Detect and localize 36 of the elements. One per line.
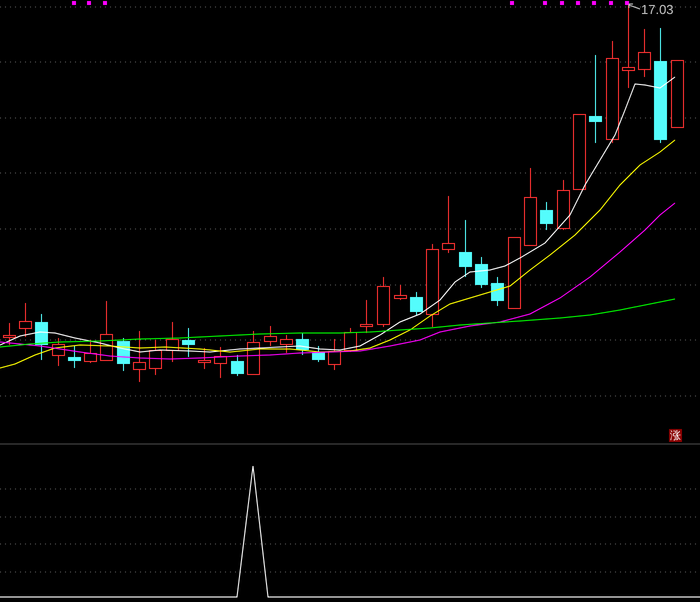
candlestick (231, 354, 244, 376)
candlestick (459, 220, 472, 278)
candlestick (328, 338, 341, 370)
candlestick (475, 256, 488, 288)
candlestick (198, 348, 211, 370)
high-marker-icon (628, 4, 640, 10)
candlestick (68, 346, 81, 368)
candlestick (377, 276, 390, 328)
candlestick (214, 346, 227, 378)
candlestick (557, 180, 570, 230)
candlestick (149, 340, 162, 376)
candlestick (410, 292, 423, 316)
candlestick (35, 314, 48, 360)
candlestick (182, 328, 195, 358)
candlestick (491, 276, 504, 306)
candlestick (166, 322, 179, 362)
candlestick (52, 338, 65, 366)
rise-badge: 涨 (669, 429, 682, 442)
candlestick (280, 334, 293, 354)
candlestick (3, 322, 16, 346)
candlestick (360, 300, 373, 334)
candlestick (264, 326, 277, 346)
candlestick (19, 302, 32, 338)
candlestick (247, 330, 260, 376)
candlestick (442, 196, 455, 254)
candlestick (117, 338, 130, 372)
high-price-label: 17.03 (641, 2, 674, 18)
candlestick (540, 202, 553, 230)
candlestick (133, 330, 146, 382)
candlestick (394, 284, 407, 300)
candlestick (84, 340, 97, 364)
candlestick (312, 346, 325, 362)
candlestick (671, 60, 684, 128)
candlestick (100, 300, 113, 362)
candlestick (296, 332, 309, 356)
candlestick (638, 28, 651, 78)
